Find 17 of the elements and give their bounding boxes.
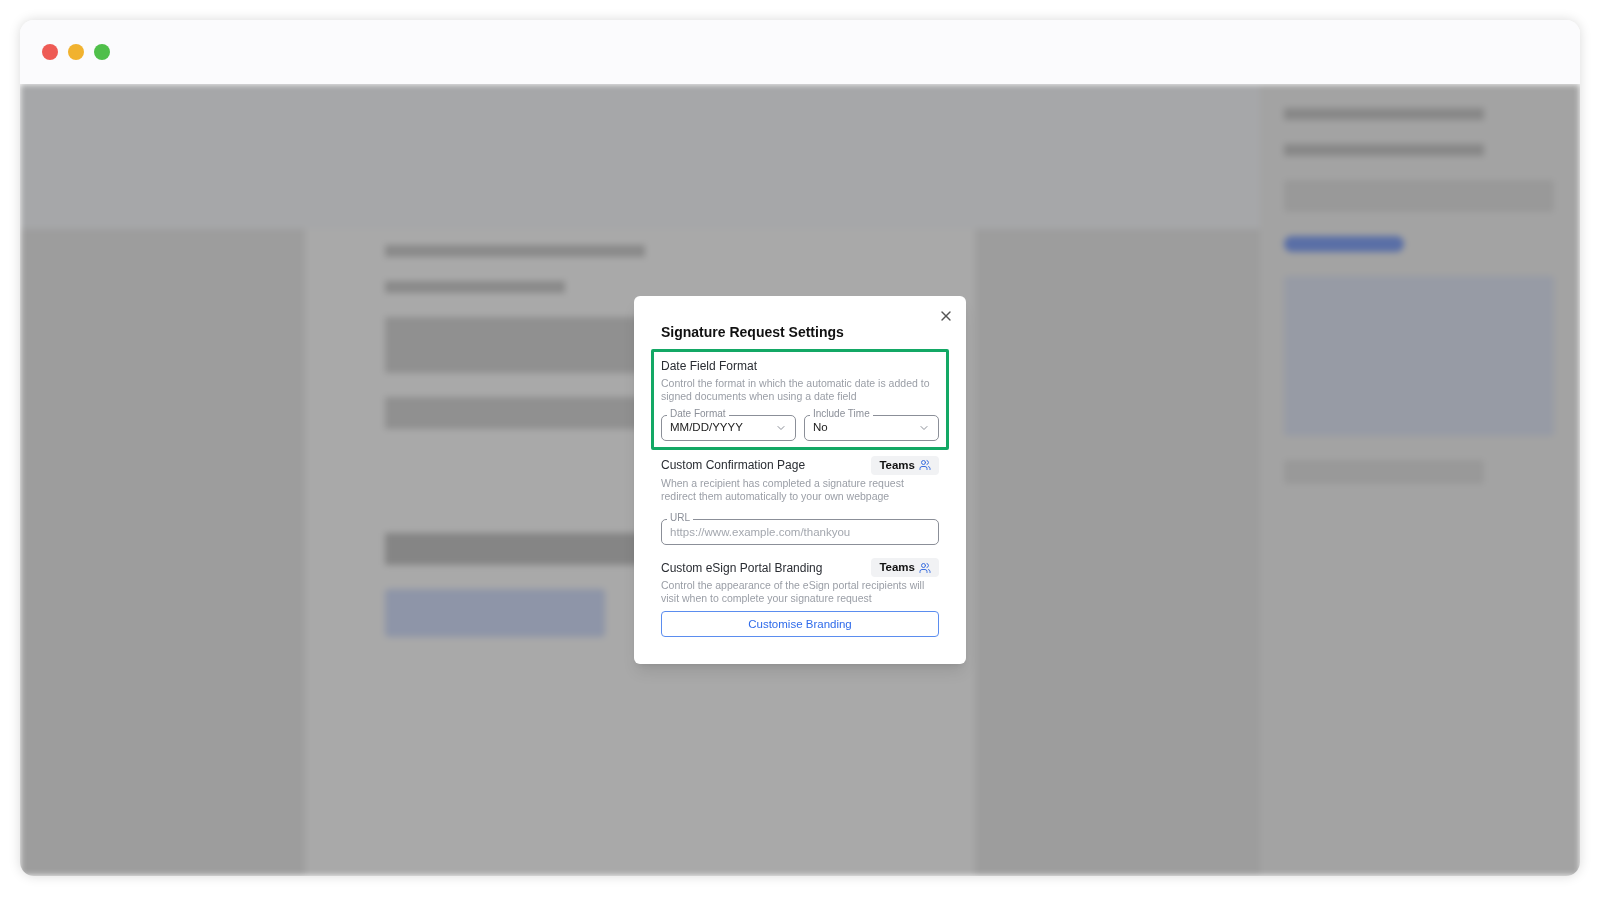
section-title: Custom eSign Portal Branding — [661, 559, 823, 577]
section-title: Custom Confirmation Page — [661, 457, 806, 475]
section-description: Control the format in which the automatic date is added to signed documents when using a date field — [661, 376, 931, 403]
close-window-icon[interactable] — [42, 44, 58, 60]
badge-label: Teams — [879, 457, 915, 473]
section-description: Control the appearance of the eSign portal recipients will visit when to complete your signature request — [661, 579, 926, 606]
field-value: No — [813, 420, 828, 436]
section-description: When a recipient has completed a signature request redirect them automatically to your own webpage — [661, 477, 905, 503]
badge-label: Teams — [879, 560, 915, 575]
section-title: Date Field Format — [661, 357, 758, 375]
people-icon — [919, 561, 931, 574]
zoom-window-icon[interactable] — [94, 44, 110, 60]
customise-branding-button[interactable]: Customise Branding — [661, 611, 939, 638]
people-icon — [919, 459, 931, 472]
field-value: MM/DD/YYYY — [670, 420, 743, 436]
dialog-title: Signature Request Settings — [661, 322, 845, 342]
minimize-window-icon[interactable] — [68, 44, 84, 60]
